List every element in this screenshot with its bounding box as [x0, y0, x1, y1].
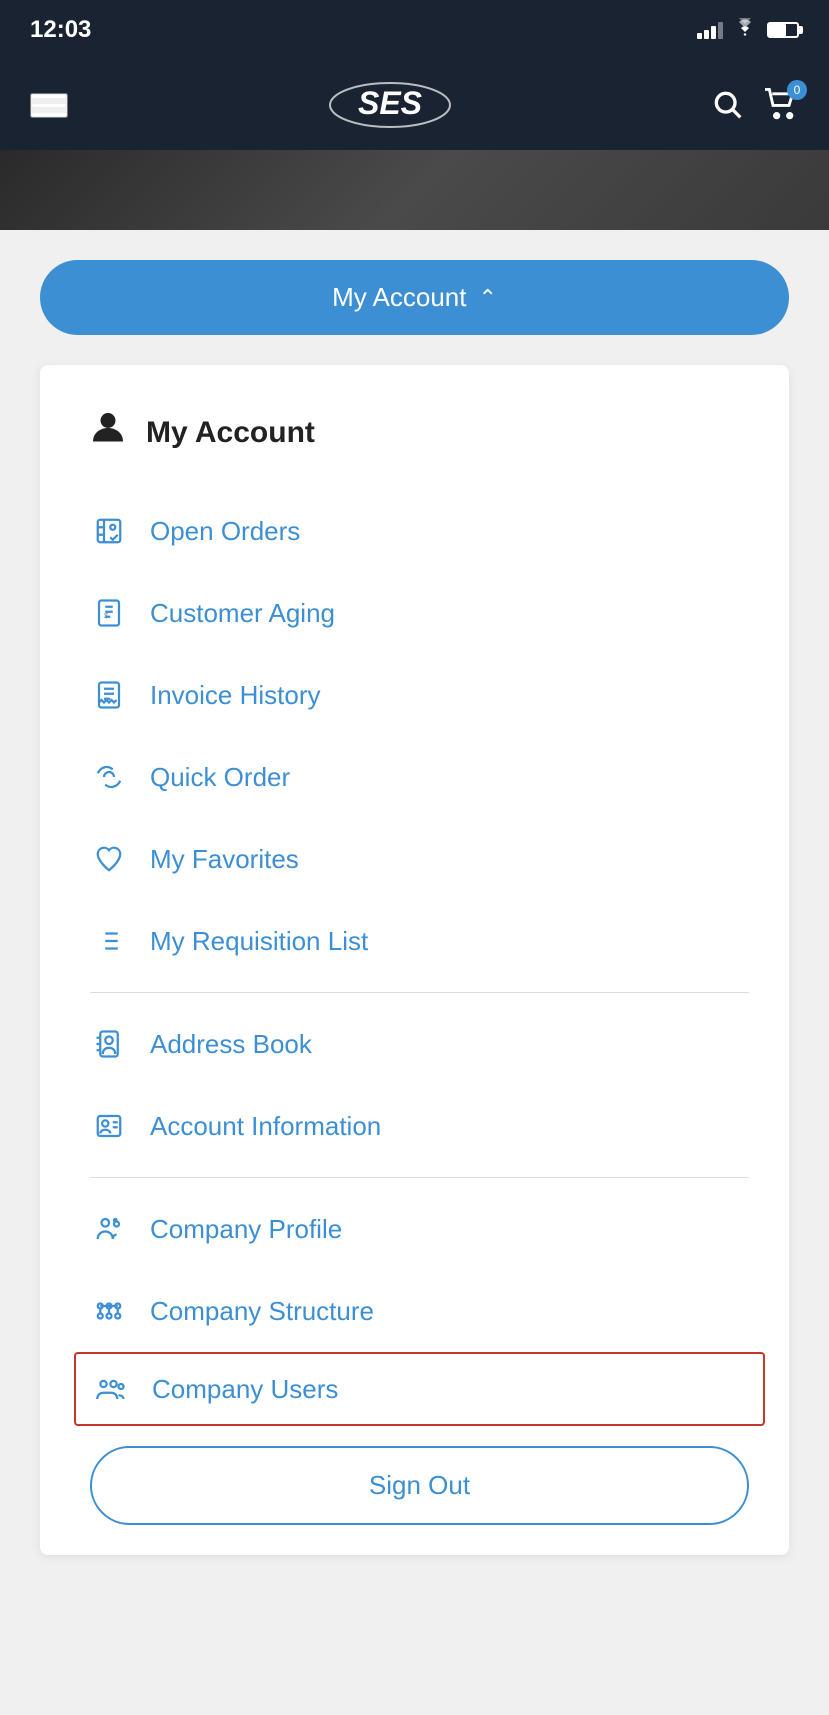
my-favorites-label: My Favorites	[150, 844, 299, 875]
status-bar: 12:03	[0, 0, 829, 60]
menu-card: My Account Open Orders $	[40, 365, 789, 1555]
wifi-icon	[733, 18, 757, 42]
quick-order-item[interactable]: Quick Order	[90, 736, 749, 818]
address-book-label: Address Book	[150, 1029, 312, 1060]
status-icons	[697, 18, 799, 42]
company-structure-icon	[90, 1292, 128, 1330]
sign-out-button[interactable]: Sign Out	[90, 1446, 749, 1525]
hero-background	[0, 150, 829, 230]
quick-order-icon	[90, 758, 128, 796]
ses-logo: SES	[325, 78, 455, 133]
menu-header-title: My Account	[146, 416, 315, 450]
battery-icon	[767, 22, 799, 38]
account-information-label: Account Information	[150, 1111, 381, 1142]
customer-aging-icon: $	[90, 594, 128, 632]
divider-1	[90, 992, 749, 993]
nav-header: SES 0	[0, 60, 829, 150]
address-book-icon	[90, 1025, 128, 1063]
quick-order-label: Quick Order	[150, 762, 290, 793]
my-favorites-icon	[90, 840, 128, 878]
invoice-history-icon	[90, 676, 128, 714]
hamburger-menu[interactable]	[30, 93, 68, 118]
company-users-icon	[92, 1370, 130, 1408]
company-structure-label: Company Structure	[150, 1296, 374, 1327]
requisition-list-label: My Requisition List	[150, 926, 368, 957]
signal-icon	[697, 21, 723, 39]
divider-2	[90, 1177, 749, 1178]
customer-aging-label: Customer Aging	[150, 598, 335, 629]
my-favorites-item[interactable]: My Favorites	[90, 818, 749, 900]
address-book-item[interactable]: Address Book	[90, 1003, 749, 1085]
invoice-history-item[interactable]: Invoice History	[90, 654, 749, 736]
company-users-label: Company Users	[152, 1374, 338, 1405]
company-profile-icon	[90, 1210, 128, 1248]
open-orders-item[interactable]: Open Orders	[90, 490, 749, 572]
logo: SES	[325, 78, 455, 133]
my-account-button[interactable]: My Account ⌃	[40, 260, 789, 335]
requisition-list-icon	[90, 922, 128, 960]
company-structure-item[interactable]: Company Structure	[90, 1270, 749, 1352]
cart-count: 0	[787, 80, 807, 100]
customer-aging-item[interactable]: $ Customer Aging	[90, 572, 749, 654]
open-orders-icon	[90, 512, 128, 550]
search-icon	[711, 88, 743, 120]
nav-actions: 0	[711, 88, 799, 123]
invoice-history-label: Invoice History	[150, 680, 321, 711]
requisition-list-item[interactable]: My Requisition List	[90, 900, 749, 982]
account-information-item[interactable]: Account Information	[90, 1085, 749, 1167]
company-users-item[interactable]: Company Users	[74, 1352, 765, 1426]
search-button[interactable]	[711, 88, 743, 123]
main-content: My Account ⌃ My Account	[0, 230, 829, 1715]
menu-header: My Account	[90, 395, 749, 480]
company-profile-item[interactable]: Company Profile	[90, 1188, 749, 1270]
my-account-label: My Account	[332, 282, 466, 313]
cart-button[interactable]: 0	[763, 88, 799, 123]
company-profile-label: Company Profile	[150, 1214, 342, 1245]
chevron-up-icon: ⌃	[478, 285, 496, 311]
svg-text:SES: SES	[357, 85, 422, 121]
open-orders-label: Open Orders	[150, 516, 300, 547]
account-information-icon	[90, 1107, 128, 1145]
status-time: 12:03	[30, 16, 91, 44]
user-icon	[90, 410, 126, 455]
